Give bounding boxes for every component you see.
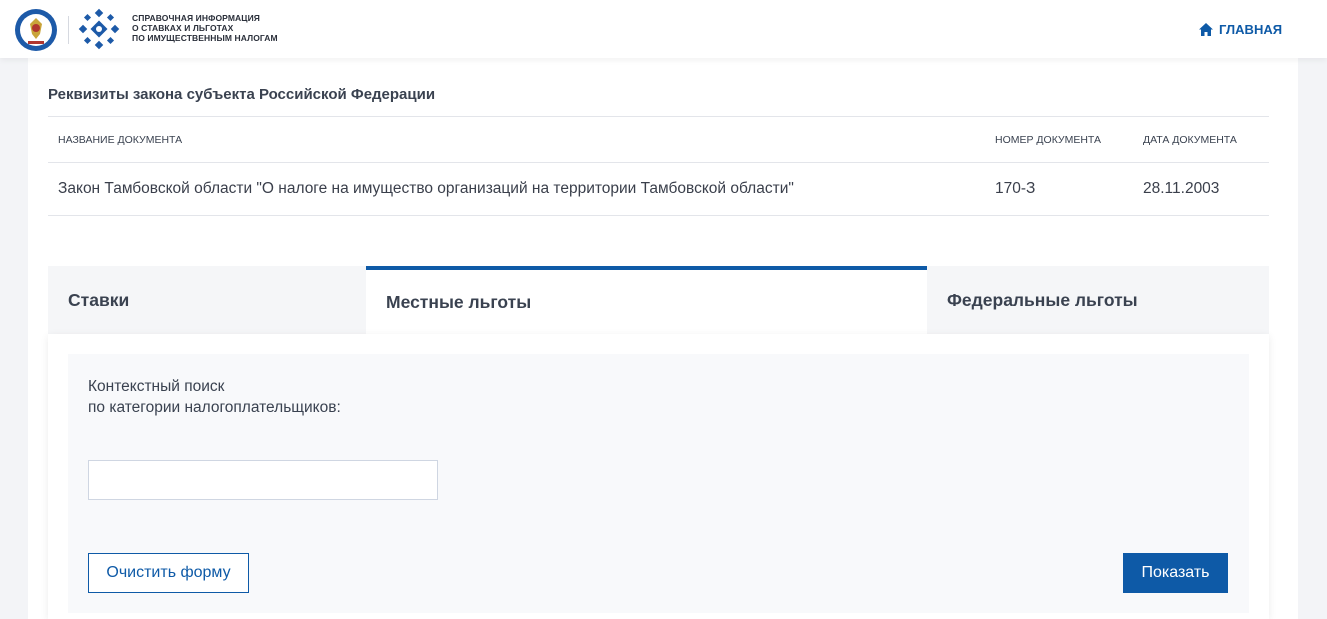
logo-line-1: СПРАВОЧНАЯ ИНФОРМАЦИЯ: [132, 13, 260, 23]
search-panel: Контекстный поиск по категории налогопла…: [68, 354, 1249, 613]
tab-rates[interactable]: Ставки: [48, 266, 366, 334]
column-header-document-number: НОМЕР ДОКУМЕНТА: [995, 133, 1102, 146]
search-label: Контекстный поиск по категории налогопла…: [88, 376, 341, 418]
logo-line-3: ПО ИМУЩЕСТВЕННЫМ НАЛОГАМ: [132, 33, 278, 43]
nav-home-label: ГЛАВНАЯ: [1219, 21, 1283, 37]
table-header-row: НАЗВАНИЕ ДОКУМЕНТА НОМЕР ДОКУМЕНТА ДАТА …: [48, 116, 1269, 163]
fns-emblem-icon[interactable]: [14, 8, 58, 52]
site-header: СПРАВОЧНАЯ ИНФОРМАЦИЯ О СТАВКАХ И ЛЬГОТА…: [0, 0, 1327, 58]
show-button[interactable]: Показать: [1123, 553, 1228, 593]
snowflake-logo-icon: [78, 8, 120, 50]
tab-federal-benefits[interactable]: Федеральные льготы: [927, 266, 1269, 334]
home-icon: [1199, 22, 1213, 36]
search-label-line-2: по категории налогоплательщиков:: [88, 399, 341, 416]
clear-form-button[interactable]: Очистить форму: [88, 553, 249, 593]
column-header-document-date: ДАТА ДОКУМЕНТА: [1143, 133, 1237, 146]
nav-home-link[interactable]: ГЛАВНАЯ: [1199, 20, 1282, 38]
logo-text: СПРАВОЧНАЯ ИНФОРМАЦИЯ О СТАВКАХ И ЛЬГОТА…: [132, 13, 278, 43]
tab-panel: Контекстный поиск по категории налогопла…: [48, 334, 1269, 619]
document-date-cell: 28.11.2003: [1143, 180, 1220, 197]
table-row: Закон Тамбовской области "О налоге на им…: [48, 163, 1269, 216]
logo-line-2: О СТАВКАХ И ЛЬГОТАХ: [132, 23, 234, 33]
tab-local-benefits[interactable]: Местные льготы: [366, 266, 927, 334]
law-section-title: Реквизиты закона субъекта Российской Фед…: [48, 86, 436, 103]
benefits-tabs: Ставки Местные льготы Федеральные льготы: [48, 266, 1269, 334]
content-card: Реквизиты закона субъекта Российской Фед…: [28, 58, 1298, 619]
document-number-cell: 170-З: [995, 180, 1036, 197]
column-header-document-name: НАЗВАНИЕ ДОКУМЕНТА: [58, 133, 183, 146]
category-search-input[interactable]: [88, 460, 438, 500]
search-label-line-1: Контекстный поиск: [88, 378, 225, 395]
document-name-cell: Закон Тамбовской области "О налоге на им…: [58, 180, 794, 197]
logo-divider: [68, 16, 69, 44]
law-documents-table: НАЗВАНИЕ ДОКУМЕНТА НОМЕР ДОКУМЕНТА ДАТА …: [48, 116, 1269, 216]
